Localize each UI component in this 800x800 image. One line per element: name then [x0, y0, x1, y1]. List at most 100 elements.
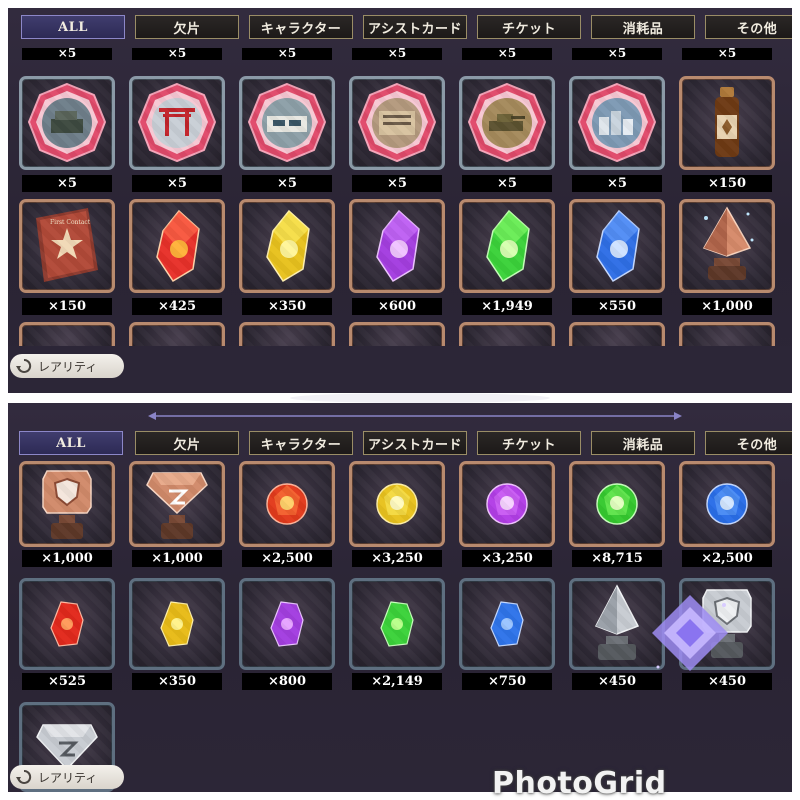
inventory-item[interactable]: ×750	[459, 578, 555, 690]
tab-others[interactable]: その他	[705, 15, 792, 39]
rarity-sort-button[interactable]: レアリティ	[10, 354, 124, 378]
tab-consumables[interactable]: 消耗品	[591, 15, 695, 39]
inventory-item[interactable]: ×1,000	[19, 461, 115, 569]
orb-icon	[486, 483, 528, 525]
item-count: ×3,250	[462, 550, 552, 567]
item-tile[interactable]	[459, 578, 555, 670]
small-crystal-icon	[50, 601, 84, 647]
item-count: ×450	[682, 673, 772, 690]
inventory-item[interactable]: ×600	[349, 199, 445, 315]
inventory-item[interactable]: ×5	[349, 76, 445, 192]
inventory-item[interactable]: ×3,250	[349, 461, 445, 569]
item-tile[interactable]	[239, 199, 335, 293]
inventory-item[interactable]: ×5	[239, 76, 335, 192]
inventory-item[interactable]: ×1,000	[129, 461, 225, 569]
item-count: ×550	[572, 298, 662, 315]
tab-all[interactable]: ALL	[19, 431, 123, 455]
inventory-item[interactable]: ×525	[19, 578, 115, 690]
item-count: ×5	[132, 47, 222, 60]
tab-assist-cards[interactable]: アシストカード	[363, 431, 467, 455]
inventory-item[interactable]: ×800	[239, 578, 335, 690]
inventory-item[interactable]: First Contact ×150	[19, 199, 115, 315]
item-tile[interactable]	[129, 199, 225, 293]
inventory-item[interactable]: ×550	[569, 199, 665, 315]
tab-others[interactable]: その他	[705, 431, 792, 455]
inventory-item[interactable]: ×2,500	[679, 461, 775, 569]
inventory-item[interactable]: ×5	[569, 76, 665, 192]
item-tile[interactable]	[349, 461, 445, 547]
inventory-item[interactable]: ×2,500	[239, 461, 335, 569]
inventory-item[interactable]: ×1,949	[459, 199, 555, 315]
item-count: ×5	[242, 175, 332, 192]
tab-all[interactable]: ALL	[21, 15, 125, 39]
tab-consumables[interactable]: 消耗品	[591, 431, 695, 455]
selection-sparkle	[652, 595, 728, 671]
item-tile[interactable]	[239, 76, 335, 170]
item-tile[interactable]	[349, 199, 445, 293]
gem-trophy-icon	[146, 472, 208, 539]
item-count: ×3,250	[352, 550, 442, 567]
item-tile[interactable]	[459, 76, 555, 170]
rarity-sort-button[interactable]: レアリティ	[10, 765, 124, 789]
item-tile[interactable]: First Contact	[19, 199, 115, 293]
item-tile[interactable]	[679, 199, 775, 293]
item-tile[interactable]	[349, 578, 445, 670]
tab-tickets[interactable]: チケット	[477, 15, 581, 39]
refresh-icon	[16, 769, 32, 784]
item-tile[interactable]	[569, 461, 665, 547]
inventory-item[interactable]: ×350	[129, 578, 225, 690]
item-count: ×350	[132, 673, 222, 690]
item-tile[interactable]	[679, 461, 775, 547]
inventory-item[interactable]: ×2,149	[349, 578, 445, 690]
inventory-item[interactable]: ×5	[19, 76, 115, 192]
item-tile[interactable]	[349, 76, 445, 170]
item-count: ×425	[132, 298, 222, 315]
inventory-item[interactable]: ×350	[239, 199, 335, 315]
item-tile[interactable]	[19, 76, 115, 170]
inventory-item[interactable]: ×5	[459, 76, 555, 192]
item-tile[interactable]	[679, 76, 775, 170]
stage-emblem-icon	[467, 82, 547, 163]
item-count: ×2,500	[242, 550, 332, 567]
inventory-item[interactable]: ×425	[129, 199, 225, 315]
inventory-item[interactable]: ×5	[129, 76, 225, 192]
refresh-icon	[16, 358, 32, 373]
tab-characters[interactable]: キャラクター	[249, 431, 353, 455]
tab-assist-cards[interactable]: アシストカード	[363, 15, 467, 39]
item-tile[interactable]	[459, 461, 555, 547]
tab-fragments[interactable]: 欠片	[135, 15, 239, 39]
item-tile[interactable]	[459, 199, 555, 293]
tab-characters[interactable]: キャラクター	[249, 15, 353, 39]
tab-tickets[interactable]: チケット	[477, 431, 581, 455]
stage-emblem-icon	[247, 82, 327, 163]
item-count: ×8,715	[572, 550, 662, 567]
shard-icon	[376, 209, 420, 283]
item-tile[interactable]	[19, 578, 115, 670]
book-icon: First Contact	[36, 208, 98, 282]
inventory-item[interactable]: ×150	[679, 76, 775, 192]
inventory-item[interactable]: ×8,715	[569, 461, 665, 569]
item-count: ×5	[572, 47, 662, 60]
item-tile[interactable]	[569, 76, 665, 170]
rarity-sort-label: レアリティ	[38, 359, 98, 374]
item-tile[interactable]	[239, 578, 335, 670]
item-count: ×5	[22, 47, 112, 60]
item-tile[interactable]	[569, 199, 665, 293]
item-tile[interactable]	[19, 461, 115, 547]
inventory-panel-top: ALL 欠片 キャラクター アシストカード チケット 消耗品 その他 ×5 ×5…	[8, 8, 792, 393]
rarity-sort-label: レアリティ	[38, 770, 98, 785]
inventory-item[interactable]: ×1,000	[679, 199, 775, 315]
item-tile[interactable]	[129, 461, 225, 547]
small-crystal-icon	[160, 601, 194, 647]
inventory-item[interactable]: ×3,250	[459, 461, 555, 569]
shield-trophy-icon	[42, 470, 92, 539]
item-count: ×150	[682, 175, 772, 192]
item-tile[interactable]	[129, 578, 225, 670]
item-count: ×350	[242, 298, 332, 315]
item-tile[interactable]	[239, 461, 335, 547]
item-count: ×5	[462, 175, 552, 192]
item-tile[interactable]	[129, 76, 225, 170]
item-count: ×5	[462, 47, 552, 60]
item-count: ×5	[352, 47, 442, 60]
tab-fragments[interactable]: 欠片	[135, 431, 239, 455]
